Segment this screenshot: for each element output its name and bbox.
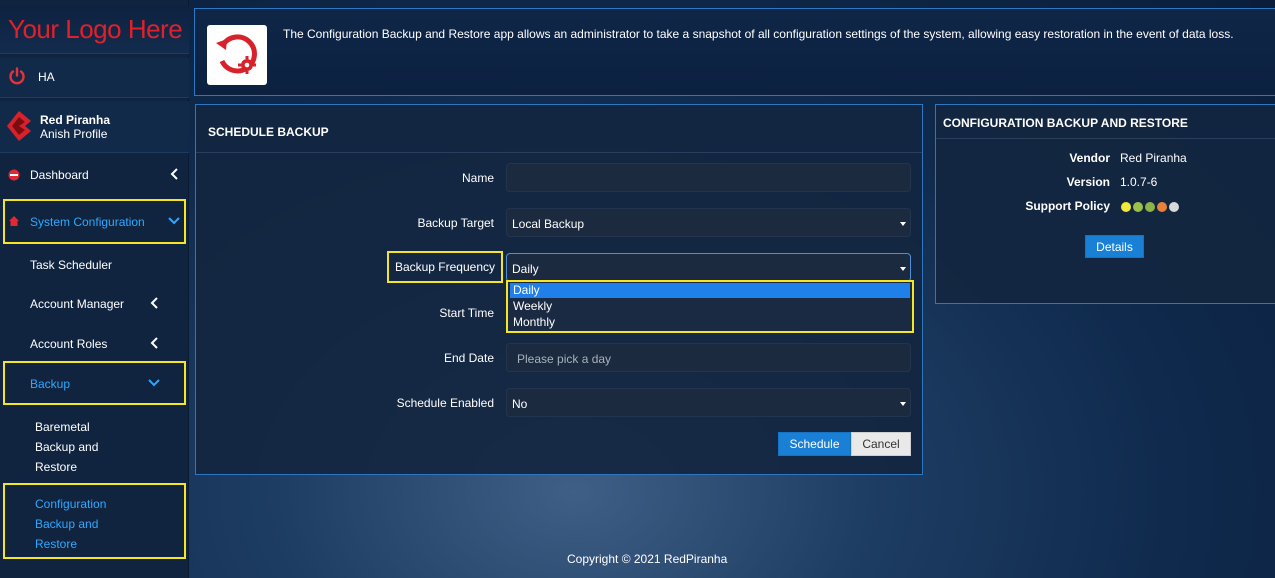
chevron-left-icon (170, 168, 178, 180)
support-policy-label: Support Policy (1025, 199, 1110, 213)
caret-down-icon (900, 402, 906, 406)
end-date-label: End Date (443, 351, 494, 365)
chevron-left-icon (150, 297, 158, 309)
backup-target-value: Local Backup (512, 217, 585, 231)
panel-header: SCHEDULE BACKUP (196, 105, 922, 153)
panel-title: SCHEDULE BACKUP (208, 125, 329, 139)
caret-down-icon (900, 267, 906, 271)
chevron-left-icon (150, 337, 158, 349)
support-dot (1133, 202, 1143, 212)
backup-restore-icon (216, 34, 257, 74)
backup-target-select[interactable]: Local Backup (506, 208, 911, 237)
schedule-enabled-label: Schedule Enabled (396, 396, 494, 410)
support-dot (1145, 202, 1155, 212)
sidebar-item-label: Account Manager (30, 297, 125, 311)
end-date-input[interactable]: Please pick a day (506, 343, 911, 372)
sidebar-item-label: Restore (35, 460, 78, 474)
vendor-label: Vendor (1069, 151, 1110, 165)
support-dot (1169, 202, 1179, 212)
logo[interactable]: Your Logo Here (0, 6, 189, 54)
dropdown-option-daily[interactable]: Daily (510, 283, 910, 298)
sidebar-item-account-roles[interactable]: Account Roles (0, 327, 189, 361)
red-piranha-logo-icon (7, 111, 31, 141)
start-time-label: Start Time (439, 306, 494, 320)
user-name: Red Piranha (40, 113, 111, 127)
details-button[interactable]: Details (1085, 235, 1144, 258)
sidebar-item-backup[interactable]: Backup (3, 361, 186, 405)
logo-text: Your Logo Here (8, 14, 183, 44)
name-label: Name (461, 171, 494, 185)
app-details-panel: CONFIGURATION BACKUP AND RESTORE Vendor … (935, 104, 1275, 304)
schedule-backup-panel: SCHEDULE BACKUP Name Backup Target Local… (195, 104, 923, 475)
panel-header: CONFIGURATION BACKUP AND RESTORE (936, 105, 1275, 139)
dropdown-option-monthly[interactable]: Monthly (510, 315, 910, 330)
sidebar-item-label: Dashboard (30, 168, 89, 182)
backup-frequency-label: Backup Frequency (386, 251, 504, 283)
sidebar-item-label: Baremetal (35, 420, 90, 434)
app-info-bar: The Configuration Backup and Restore app… (194, 8, 1275, 96)
schedule-enabled-select[interactable]: No (506, 388, 911, 417)
name-input[interactable] (506, 163, 911, 192)
sidebar-item-dashboard[interactable]: Dashboard (0, 158, 189, 192)
version-label: Version (1066, 175, 1110, 189)
vendor-value: Red Piranha (1120, 151, 1187, 165)
app-description: The Configuration Backup and Restore app… (283, 27, 1234, 41)
sidebar-item-label: Backup and (35, 517, 99, 531)
ha-label: HA (38, 70, 55, 84)
power-icon (9, 67, 25, 85)
sidebar-item-configuration-backup-restore[interactable]: Configuration Backup and Restore (3, 483, 186, 559)
dashboard-icon (8, 169, 20, 181)
dropdown-option-weekly[interactable]: Weekly (510, 299, 910, 314)
support-dot (1157, 202, 1167, 212)
schedule-enabled-value: No (512, 397, 528, 411)
sidebar-item-baremetal-backup-restore[interactable]: Baremetal Backup and Restore (0, 415, 189, 475)
sidebar-item-system-configuration[interactable]: System Configuration (3, 199, 186, 244)
version-value: 1.0.7-6 (1120, 175, 1158, 189)
sidebar-item-label: Restore (35, 537, 78, 551)
support-policy-dots (1121, 201, 1181, 212)
end-date-placeholder: Please pick a day (517, 352, 612, 366)
sidebar-item-label: Backup (30, 377, 71, 391)
ha-row[interactable]: HA (0, 58, 189, 98)
sidebar-item-task-scheduler[interactable]: Task Scheduler (0, 248, 189, 282)
backup-frequency-value: Daily (512, 262, 539, 276)
backup-target-label: Backup Target (417, 216, 495, 230)
sidebar-item-label: Task Scheduler (30, 258, 113, 272)
sidebar-item-label: Account Roles (30, 337, 108, 351)
backup-frequency-select[interactable]: Daily (506, 253, 911, 282)
user-profile-name: Anish Profile (40, 127, 108, 141)
sidebar-item-account-manager[interactable]: Account Manager (0, 287, 189, 321)
chevron-down-icon (148, 379, 160, 387)
sidebar-item-label: System Configuration (30, 215, 145, 229)
backup-frequency-dropdown: Daily Weekly Monthly (506, 280, 914, 333)
panel-title: CONFIGURATION BACKUP AND RESTORE (943, 116, 1188, 130)
footer-copyright: Copyright © 2021 RedPiranha (567, 552, 728, 566)
caret-down-icon (900, 222, 906, 226)
user-profile[interactable]: Red Piranha Anish Profile (0, 101, 189, 153)
sidebar-item-label: Configuration (35, 497, 107, 511)
sidebar-item-label: Backup and (35, 440, 99, 454)
support-dot (1121, 202, 1131, 212)
app-icon (207, 25, 267, 85)
sidebar: Your Logo Here HA Red Piranha Anish Prof… (0, 0, 189, 578)
schedule-button[interactable]: Schedule (778, 432, 851, 456)
house-icon (9, 216, 19, 226)
cancel-button[interactable]: Cancel (851, 432, 911, 456)
chevron-down-icon (168, 217, 180, 225)
